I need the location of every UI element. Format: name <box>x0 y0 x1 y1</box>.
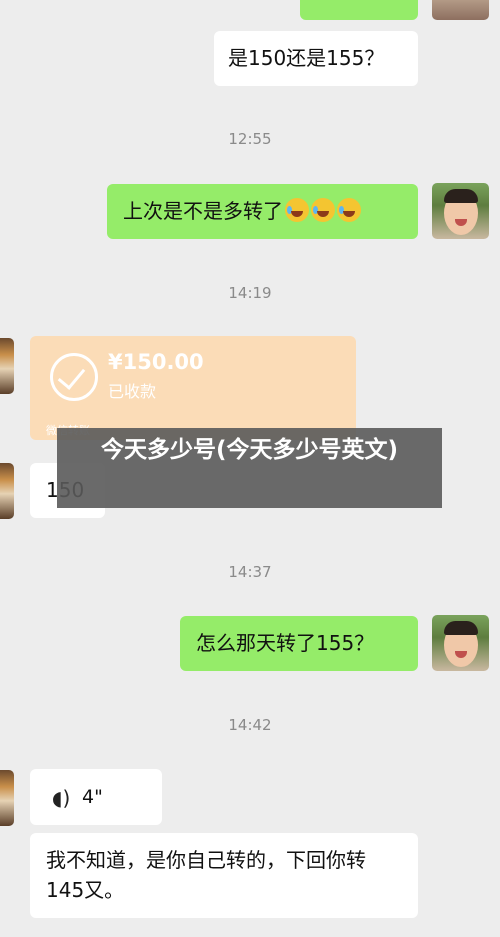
voice-duration: 4" <box>82 786 103 808</box>
message-bubble-5[interactable]: 我不知道，是你自己转的，下回你转145又。 <box>30 833 418 918</box>
avatar-other[interactable] <box>0 463 14 519</box>
overlay-title-banner: 今天多少号(今天多少号英文) <box>57 428 442 508</box>
timestamp-3: 14:37 <box>228 563 272 581</box>
message-text: 上次是不是多转了 <box>123 199 283 223</box>
avatar-other[interactable] <box>0 338 14 394</box>
partial-green-bubble <box>300 0 418 20</box>
avatar-other[interactable] <box>0 770 14 826</box>
message-bubble-2[interactable]: 上次是不是多转了 <box>107 184 418 239</box>
transfer-status: 已收款 <box>108 382 157 401</box>
avatar-self[interactable] <box>432 183 489 239</box>
avatar-self[interactable] <box>432 615 489 671</box>
partial-avatar[interactable] <box>432 0 489 20</box>
transfer-amount: ¥150.00 <box>108 350 204 374</box>
timestamp-2: 14:19 <box>228 284 272 302</box>
timestamp-1: 12:55 <box>228 130 272 148</box>
timestamp-4: 14:42 <box>228 716 272 734</box>
overlay-title: 今天多少号(今天多少号英文) <box>100 437 399 463</box>
transfer-card[interactable]: ¥150.00 已收款 微信转账 <box>30 336 356 440</box>
message-bubble-1[interactable]: 是150还是155？ <box>214 31 418 86</box>
message-text: 怎么那天转了155？ <box>196 631 375 655</box>
checkmark-circle-icon <box>50 353 98 401</box>
face-with-tears-of-joy-icon <box>337 198 361 222</box>
face-with-tears-of-joy-icon <box>311 198 335 222</box>
message-text: 我不知道，是你自己转的，下回你转145又。 <box>46 848 366 902</box>
message-bubble-4[interactable]: 怎么那天转了155？ <box>180 616 418 671</box>
voice-wave-icon: ◖) <box>52 786 71 810</box>
face-with-tears-of-joy-icon <box>285 198 309 222</box>
voice-message-bubble[interactable]: ◖) 4" <box>30 769 162 825</box>
message-text: 是150还是155？ <box>228 46 385 70</box>
